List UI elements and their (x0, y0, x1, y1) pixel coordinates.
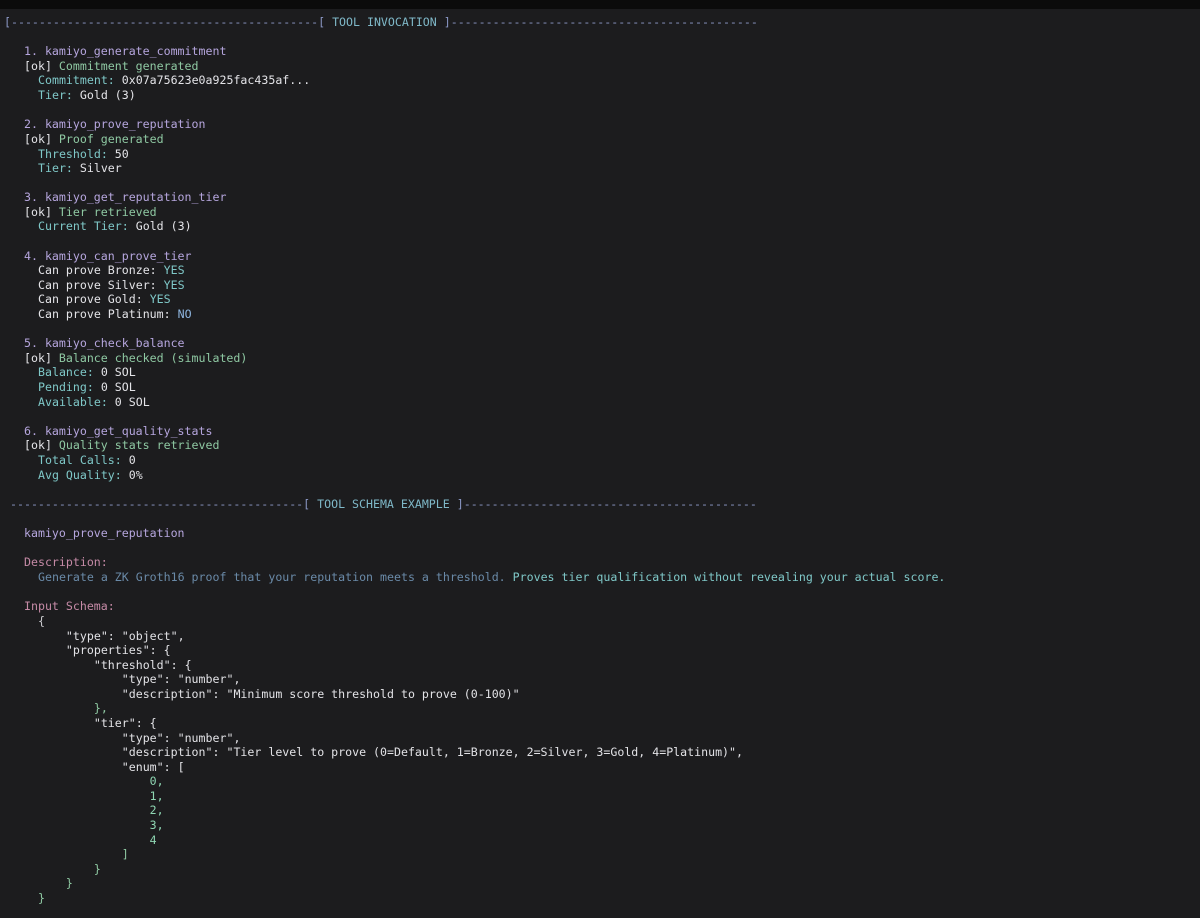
tool-status: [ok] Tier retrieved (24, 205, 157, 220)
status-text: Tier retrieved (51, 205, 157, 219)
tool-field: Tier: Silver (38, 161, 122, 176)
schema-rule: ----------------------------------------… (10, 497, 757, 512)
json-line: 2, (38, 803, 164, 817)
json-line: "tier": { (38, 716, 157, 730)
status-tag: [ok] (24, 59, 52, 73)
field-value: 0 (128, 453, 136, 467)
tool-field: Tier: Gold (3) (38, 88, 136, 103)
invocation-rule-left: [---------------------------------------… (4, 15, 333, 29)
status-text: Balance checked (simulated) (51, 351, 248, 365)
tool-status: [ok] Balance checked (simulated) (24, 351, 247, 366)
json-line: 0, (38, 774, 164, 788)
window-top-bar (0, 0, 1200, 9)
field-value: Gold (3) (79, 88, 136, 102)
tool-field: Available: 0 SOL (38, 395, 150, 410)
tool-status: [ok] Proof generated (24, 132, 164, 147)
json-line: } (38, 876, 73, 890)
description-text: Generate a ZK Groth16 proof that your re… (38, 570, 945, 585)
status-text: Commitment generated (51, 59, 199, 73)
field-label: Avg Quality: (38, 468, 129, 482)
field-value: 0 SOL (100, 365, 136, 379)
field-value: Gold (3) (135, 219, 192, 233)
field-value: YES (163, 278, 185, 292)
field-value: 50 (114, 147, 129, 161)
status-text: Quality stats retrieved (51, 438, 220, 452)
field-label: Threshold: (38, 147, 115, 161)
field-value: YES (149, 292, 171, 306)
tool-heading: 4. kamiyo_can_prove_tier (24, 249, 192, 263)
field-value: 0% (128, 468, 143, 482)
schema-tool-name: kamiyo_prove_reputation (24, 526, 185, 540)
tool-field: Commitment: 0x07a75623e0a925fac435af... (38, 73, 310, 88)
field-label: Can prove Silver: (38, 278, 164, 292)
description-bright: Proves tier qualification without reveal… (505, 570, 946, 584)
json-line: "type": "number", (38, 731, 241, 745)
tool-heading: 3. kamiyo_get_reputation_tier (24, 190, 227, 204)
json-line: ] (38, 847, 129, 861)
json-line: "properties": { (38, 643, 171, 657)
field-label: Commitment: (38, 73, 122, 87)
status-tag: [ok] (24, 205, 52, 219)
field-label: Can prove Gold: (38, 292, 150, 306)
field-label: Current Tier: (38, 219, 136, 233)
status-tag: [ok] (24, 438, 52, 452)
json-line: "threshold": { (38, 658, 192, 672)
tool-field: Balance: 0 SOL (38, 365, 136, 380)
json-line: 4 (38, 833, 157, 847)
tool-field: Can prove Bronze: YES (38, 263, 185, 278)
schema-rule-left: ----------------------------------------… (10, 497, 318, 511)
json-line: { (38, 614, 45, 628)
tool-field: Can prove Gold: YES (38, 292, 171, 307)
tool-heading: 6. kamiyo_get_quality_stats (24, 424, 213, 438)
json-line: 1, (38, 789, 164, 803)
json-line: "description": "Minimum score threshold … (38, 687, 520, 701)
field-value: 0 SOL (100, 380, 136, 394)
field-value: 0 SOL (114, 395, 150, 409)
field-label: Pending: (38, 380, 101, 394)
json-line: }, (38, 701, 108, 715)
field-label: Tier: (38, 88, 80, 102)
invocation-rule: [---------------------------------------… (4, 15, 758, 30)
schema-title: TOOL SCHEMA EXAMPLE (317, 497, 450, 511)
json-line: } (38, 862, 101, 876)
tool-field: Avg Quality: 0% (38, 468, 143, 483)
tool-heading: 5. kamiyo_check_balance (24, 336, 185, 350)
field-label: Can prove Bronze: (38, 263, 164, 277)
tool-field: Pending: 0 SOL (38, 380, 136, 395)
tool-field: Can prove Silver: YES (38, 278, 185, 293)
field-label: Balance: (38, 365, 101, 379)
field-value: YES (163, 263, 185, 277)
field-label: Tier: (38, 161, 80, 175)
json-line: "description": "Tier level to prove (0=D… (38, 745, 743, 759)
field-label: Available: (38, 395, 115, 409)
tool-status: [ok] Commitment generated (24, 59, 199, 74)
status-tag: [ok] (24, 132, 52, 146)
json-line: "type": "object", (38, 629, 185, 643)
description-label: Description: (24, 555, 108, 569)
json-line: } (38, 891, 45, 905)
field-label: Total Calls: (38, 453, 129, 467)
tool-field: Current Tier: Gold (3) (38, 219, 192, 234)
status-tag: [ok] (24, 351, 52, 365)
schema-rule-right: ]---------------------------------------… (449, 497, 757, 511)
tool-status: [ok] Quality stats retrieved (24, 438, 219, 453)
invocation-rule-right: ]---------------------------------------… (436, 15, 758, 29)
json-line: 3, (38, 818, 164, 832)
json-line: "enum": [ (38, 760, 185, 774)
field-value: 0x07a75623e0a925fac435af... (121, 73, 311, 87)
field-value: NO (177, 307, 192, 321)
tool-field: Can prove Platinum: NO (38, 307, 192, 322)
description-dim: Generate a ZK Groth16 proof that your re… (38, 570, 506, 584)
tool-field: Threshold: 50 (38, 147, 129, 162)
tool-field: Total Calls: 0 (38, 453, 136, 468)
invocation-title: TOOL INVOCATION (332, 15, 437, 29)
tool-heading: 2. kamiyo_prove_reputation (24, 117, 206, 131)
status-text: Proof generated (51, 132, 164, 146)
terminal-output: [---------------------------------------… (0, 9, 1200, 918)
input-schema-label: Input Schema: (24, 599, 115, 613)
field-label: Can prove Platinum: (38, 307, 178, 321)
json-line: "type": "number", (38, 672, 241, 686)
field-value: Silver (79, 161, 122, 175)
tool-heading: 1. kamiyo_generate_commitment (24, 44, 227, 58)
